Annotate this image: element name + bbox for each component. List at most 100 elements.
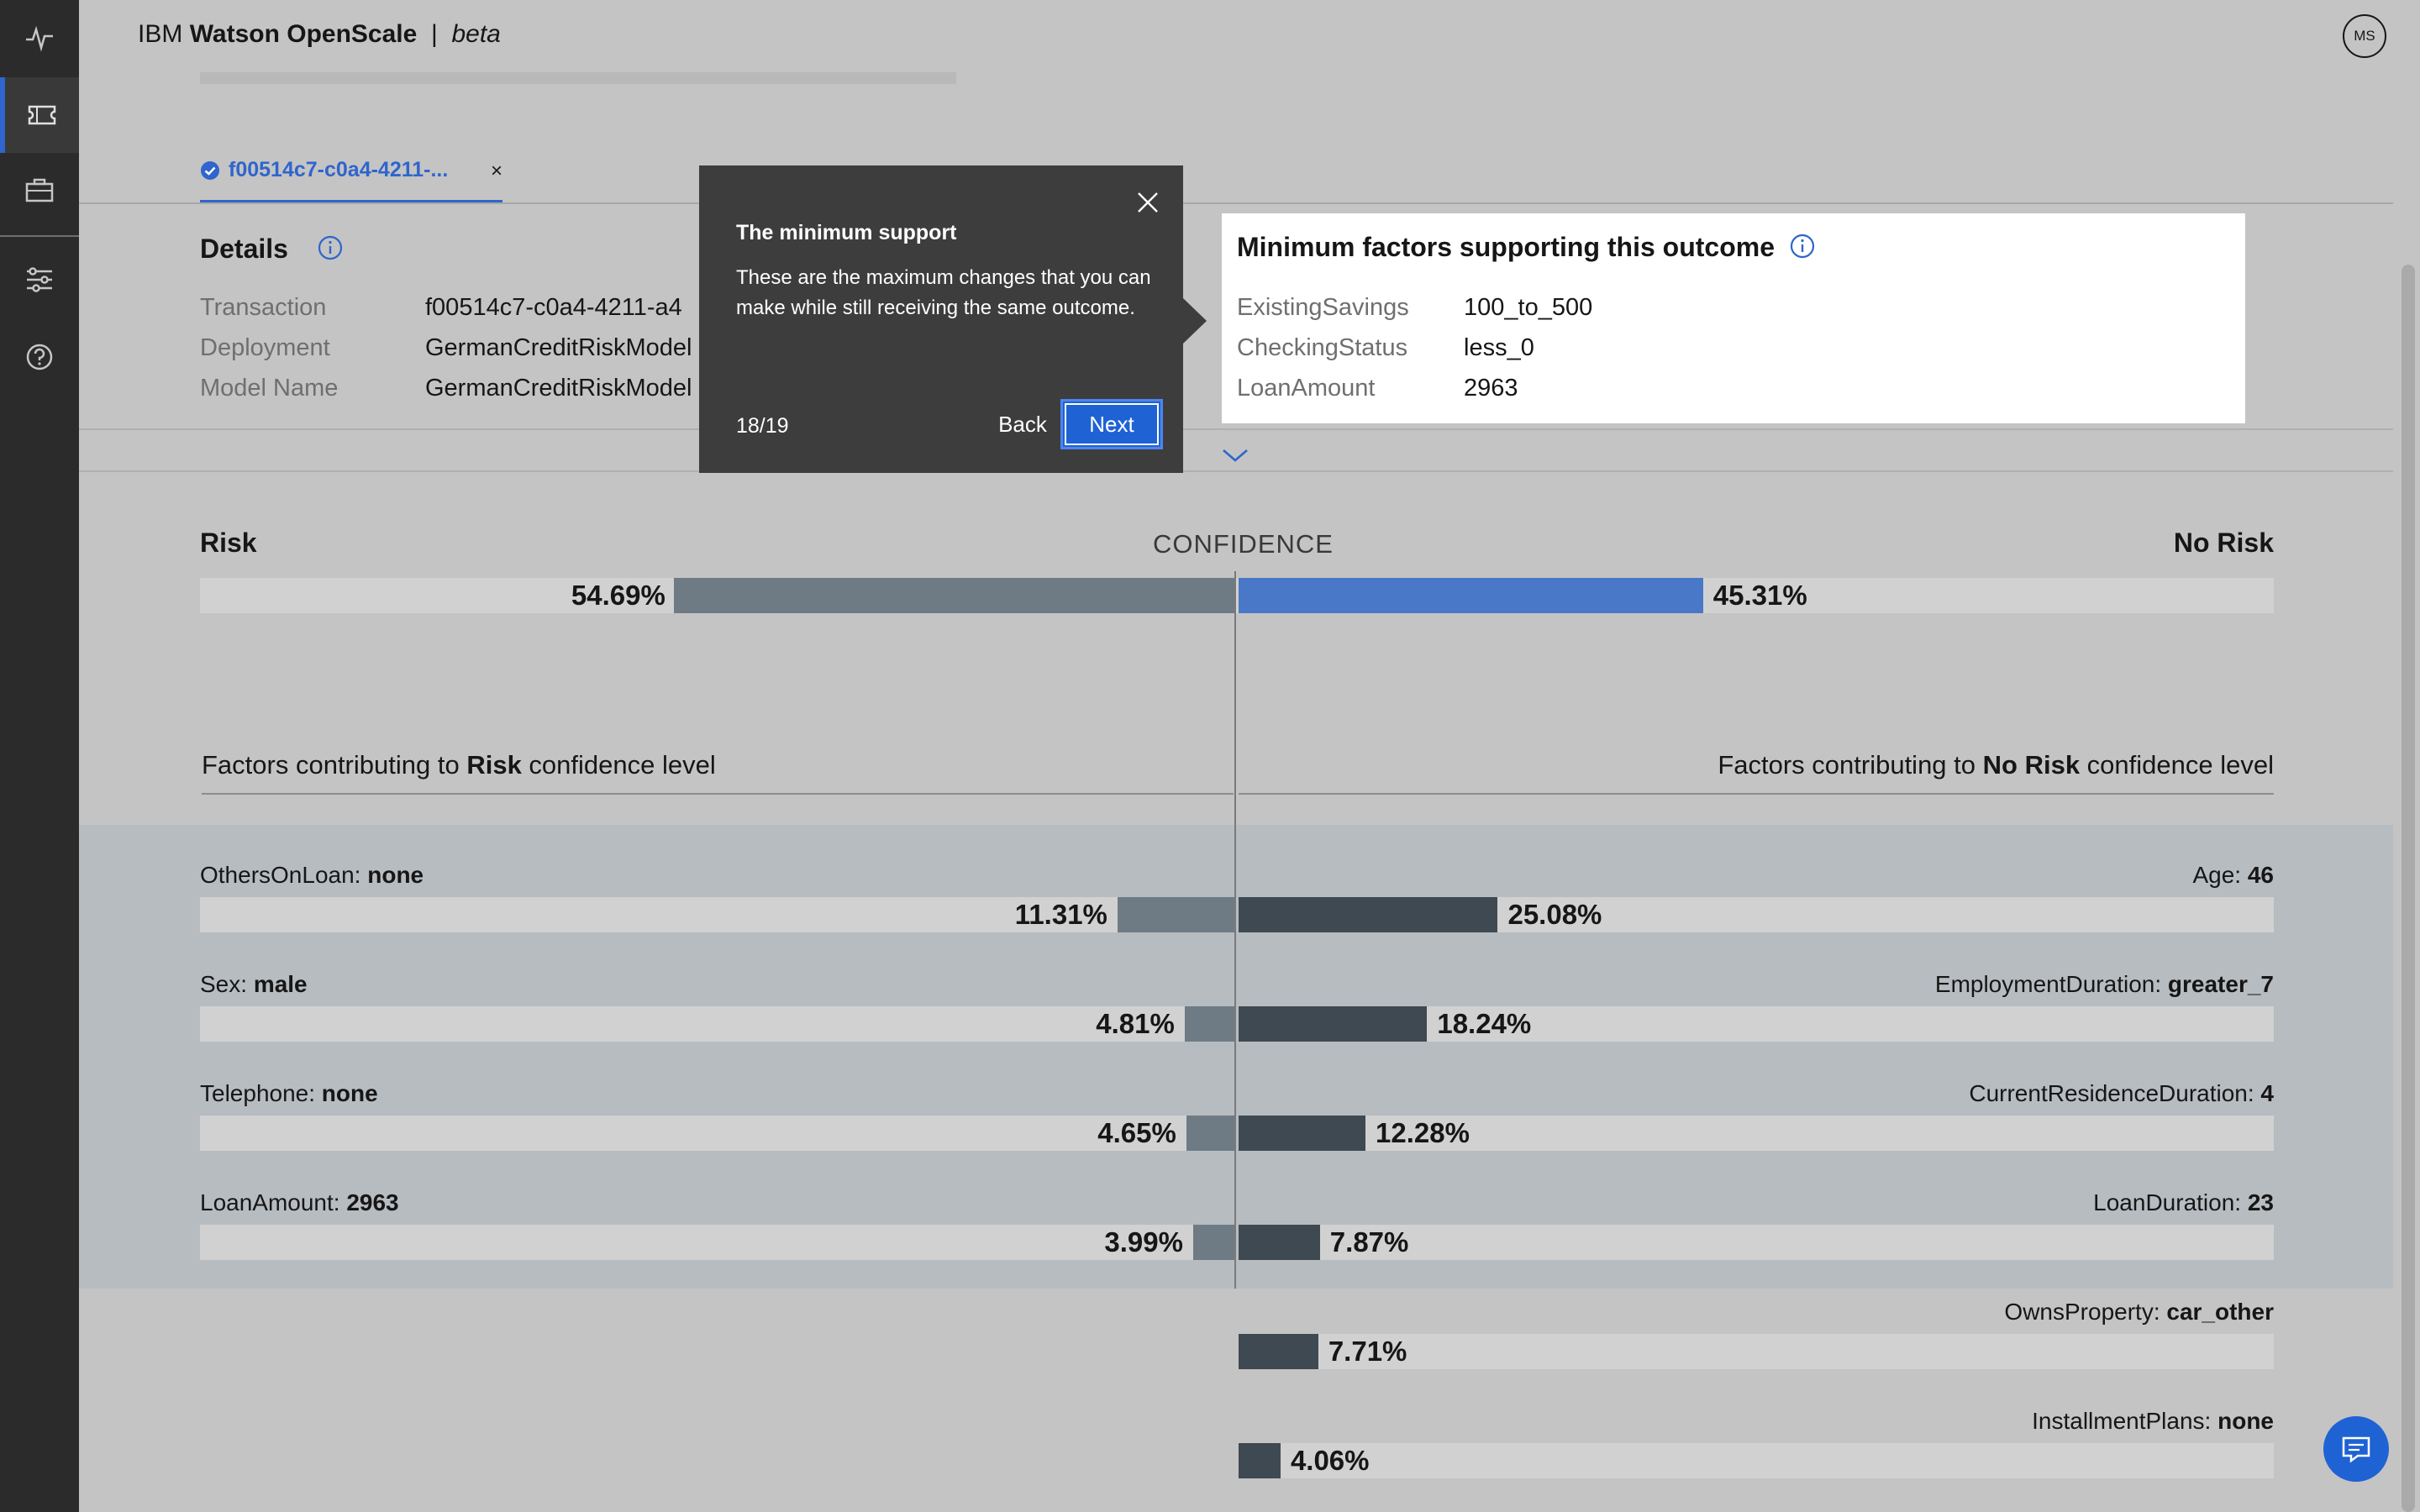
risk-factor-name: Sex: [200, 971, 254, 997]
confidence-no-risk-label: No Risk [2173, 528, 2274, 558]
checkmark-filled-icon [201, 161, 219, 180]
sidebar-divider [0, 235, 79, 237]
no-risk-factor-name: EmploymentDuration: [1934, 971, 2168, 997]
no-risk-factor-value: 23 [2247, 1189, 2274, 1215]
confidence-no-risk-value: 45.31% [1712, 580, 1807, 611]
risk-factor-percent: 4.81% [1096, 1008, 1175, 1039]
next-button[interactable]: Next [1060, 399, 1163, 449]
risk-factor-value: male [253, 971, 308, 997]
minimum-support-title: Minimum factors supporting this outcome [1237, 232, 1776, 262]
risk-factors-band [79, 825, 2393, 1289]
confidence-track [200, 578, 2274, 613]
support-key-existing-savings: ExistingSavings [1237, 294, 1409, 321]
top-bar: IBM Watson OpenScale | beta MS [79, 0, 2420, 74]
close-icon[interactable] [1134, 189, 1161, 216]
no-risk-factor-label: InstallmentPlans: none [2032, 1408, 2274, 1435]
no-risk-factor-percent: 4.06% [1290, 1445, 1370, 1476]
help-icon [26, 344, 53, 370]
risk-heading-divider [202, 793, 1234, 795]
no-risk-factor-name: Age: [2192, 862, 2248, 888]
risk-heading-bold: Risk [466, 750, 522, 780]
risk-factor-name: Telephone: [200, 1080, 322, 1106]
no-risk-factor-percent: 7.71% [1328, 1336, 1407, 1367]
sidebar-item-briefcase[interactable] [0, 153, 79, 228]
app-title: IBM Watson OpenScale | beta [138, 20, 501, 49]
no-risk-factor-value: 4 [2260, 1080, 2274, 1106]
back-button[interactable]: Back [985, 401, 1060, 448]
brand-suffix: beta [451, 20, 501, 48]
risk-factors-heading: Factors contributing to Risk confidence … [202, 750, 716, 780]
risk-factor-label: OthersOnLoan: none [200, 862, 424, 889]
sidebar-item-configure[interactable] [0, 242, 79, 318]
no-risk-factor-bar [1239, 1116, 1366, 1151]
risk-factor-percent: 3.99% [1104, 1226, 1183, 1257]
confidence-title: CONFIDENCE [1153, 529, 1334, 559]
sliders-icon [27, 267, 52, 292]
sidebar-item-transactions[interactable] [0, 77, 79, 153]
risk-factor-bar [1184, 1006, 1234, 1042]
no-risk-factor-value: 46 [2247, 862, 2274, 888]
scrollbar-thumb[interactable] [2402, 265, 2415, 1512]
chat-button[interactable] [2323, 1416, 2389, 1482]
confidence-no-risk-bar [1239, 578, 1703, 613]
details-key-model-name: Model Name [200, 375, 339, 402]
scrollbar[interactable] [2395, 0, 2420, 1512]
tooltip-title: The minimum support [736, 221, 957, 244]
user-avatar[interactable]: MS [2343, 14, 2386, 58]
risk-heading-suffix: confidence level [521, 750, 716, 780]
brand-separator: | [430, 20, 438, 48]
risk-factor-track [200, 1116, 1234, 1151]
details-key-transaction: Transaction [200, 294, 327, 321]
sidebar-item-activity[interactable] [0, 0, 79, 76]
no-risk-factor-name: OwnsProperty: [2004, 1299, 2167, 1325]
tab-label: f00514c7-c0a4-4211-... [229, 158, 449, 181]
no-risk-factor-percent: 25.08% [1507, 899, 1602, 930]
no-risk-factor-value: car_other [2166, 1299, 2274, 1325]
details-info-icon[interactable] [318, 235, 343, 260]
risk-factor-value: 2963 [346, 1189, 399, 1215]
no-risk-factor-bar [1239, 1443, 1281, 1478]
risk-heading-prefix: Factors contributing to [202, 750, 467, 780]
support-value-existing-savings: 100_to_500 [1464, 294, 1593, 321]
no-risk-heading-bold: No Risk [1982, 750, 2081, 780]
no-risk-factor-label: EmploymentDuration: greater_7 [1935, 971, 2274, 998]
tooltip-step-counter: 18/19 [736, 414, 789, 438]
no-risk-factor-percent: 12.28% [1376, 1117, 1470, 1148]
tooltip-pointer [1183, 298, 1207, 344]
briefcase-icon [25, 178, 54, 202]
details-title: Details [200, 234, 288, 264]
details-value-transaction: f00514c7-c0a4-4211-a4 [425, 294, 682, 321]
minimum-support-info-icon[interactable] [1790, 234, 1815, 259]
risk-factor-label: Telephone: none [200, 1080, 378, 1107]
brand-name: Watson OpenScale [189, 20, 418, 48]
chevron-down-icon[interactable] [1220, 445, 1250, 465]
no-risk-factor-percent: 7.87% [1329, 1226, 1409, 1257]
activity-icon [26, 25, 53, 52]
ticket-icon [28, 105, 56, 125]
confidence-risk-label: Risk [200, 528, 257, 558]
tab-transaction[interactable]: f00514c7-c0a4-4211-... × [200, 158, 502, 203]
confidence-center-axis [1234, 571, 1236, 1289]
support-key-loan-amount: LoanAmount [1237, 375, 1376, 402]
tab-close-button[interactable]: × [491, 160, 502, 183]
risk-factor-track [200, 1006, 1234, 1042]
sidebar [0, 0, 79, 1512]
no-risk-factor-name: LoanDuration: [2093, 1189, 2248, 1215]
no-risk-factor-label: LoanDuration: 23 [2093, 1189, 2274, 1216]
no-risk-factor-label: Age: 46 [2192, 862, 2274, 889]
risk-factor-bar [1117, 897, 1234, 932]
support-key-checking-status: CheckingStatus [1237, 334, 1408, 361]
no-risk-factor-track [1239, 1443, 2274, 1478]
no-risk-factor-percent: 18.24% [1437, 1008, 1532, 1039]
confidence-risk-bar [673, 578, 1234, 613]
no-risk-heading-prefix: Factors contributing to [1718, 750, 1983, 780]
details-divider-bottom [79, 470, 2393, 472]
sidebar-item-help[interactable] [0, 319, 79, 395]
risk-factor-label: Sex: male [200, 971, 308, 998]
support-value-loan-amount: 2963 [1464, 375, 1518, 402]
details-value-model-name: GermanCreditRiskModel [425, 375, 692, 402]
tab-underline-divider [79, 202, 2393, 204]
risk-factor-percent: 4.65% [1097, 1117, 1176, 1148]
risk-factor-value: none [367, 862, 424, 888]
risk-factor-label: LoanAmount: 2963 [200, 1189, 399, 1216]
